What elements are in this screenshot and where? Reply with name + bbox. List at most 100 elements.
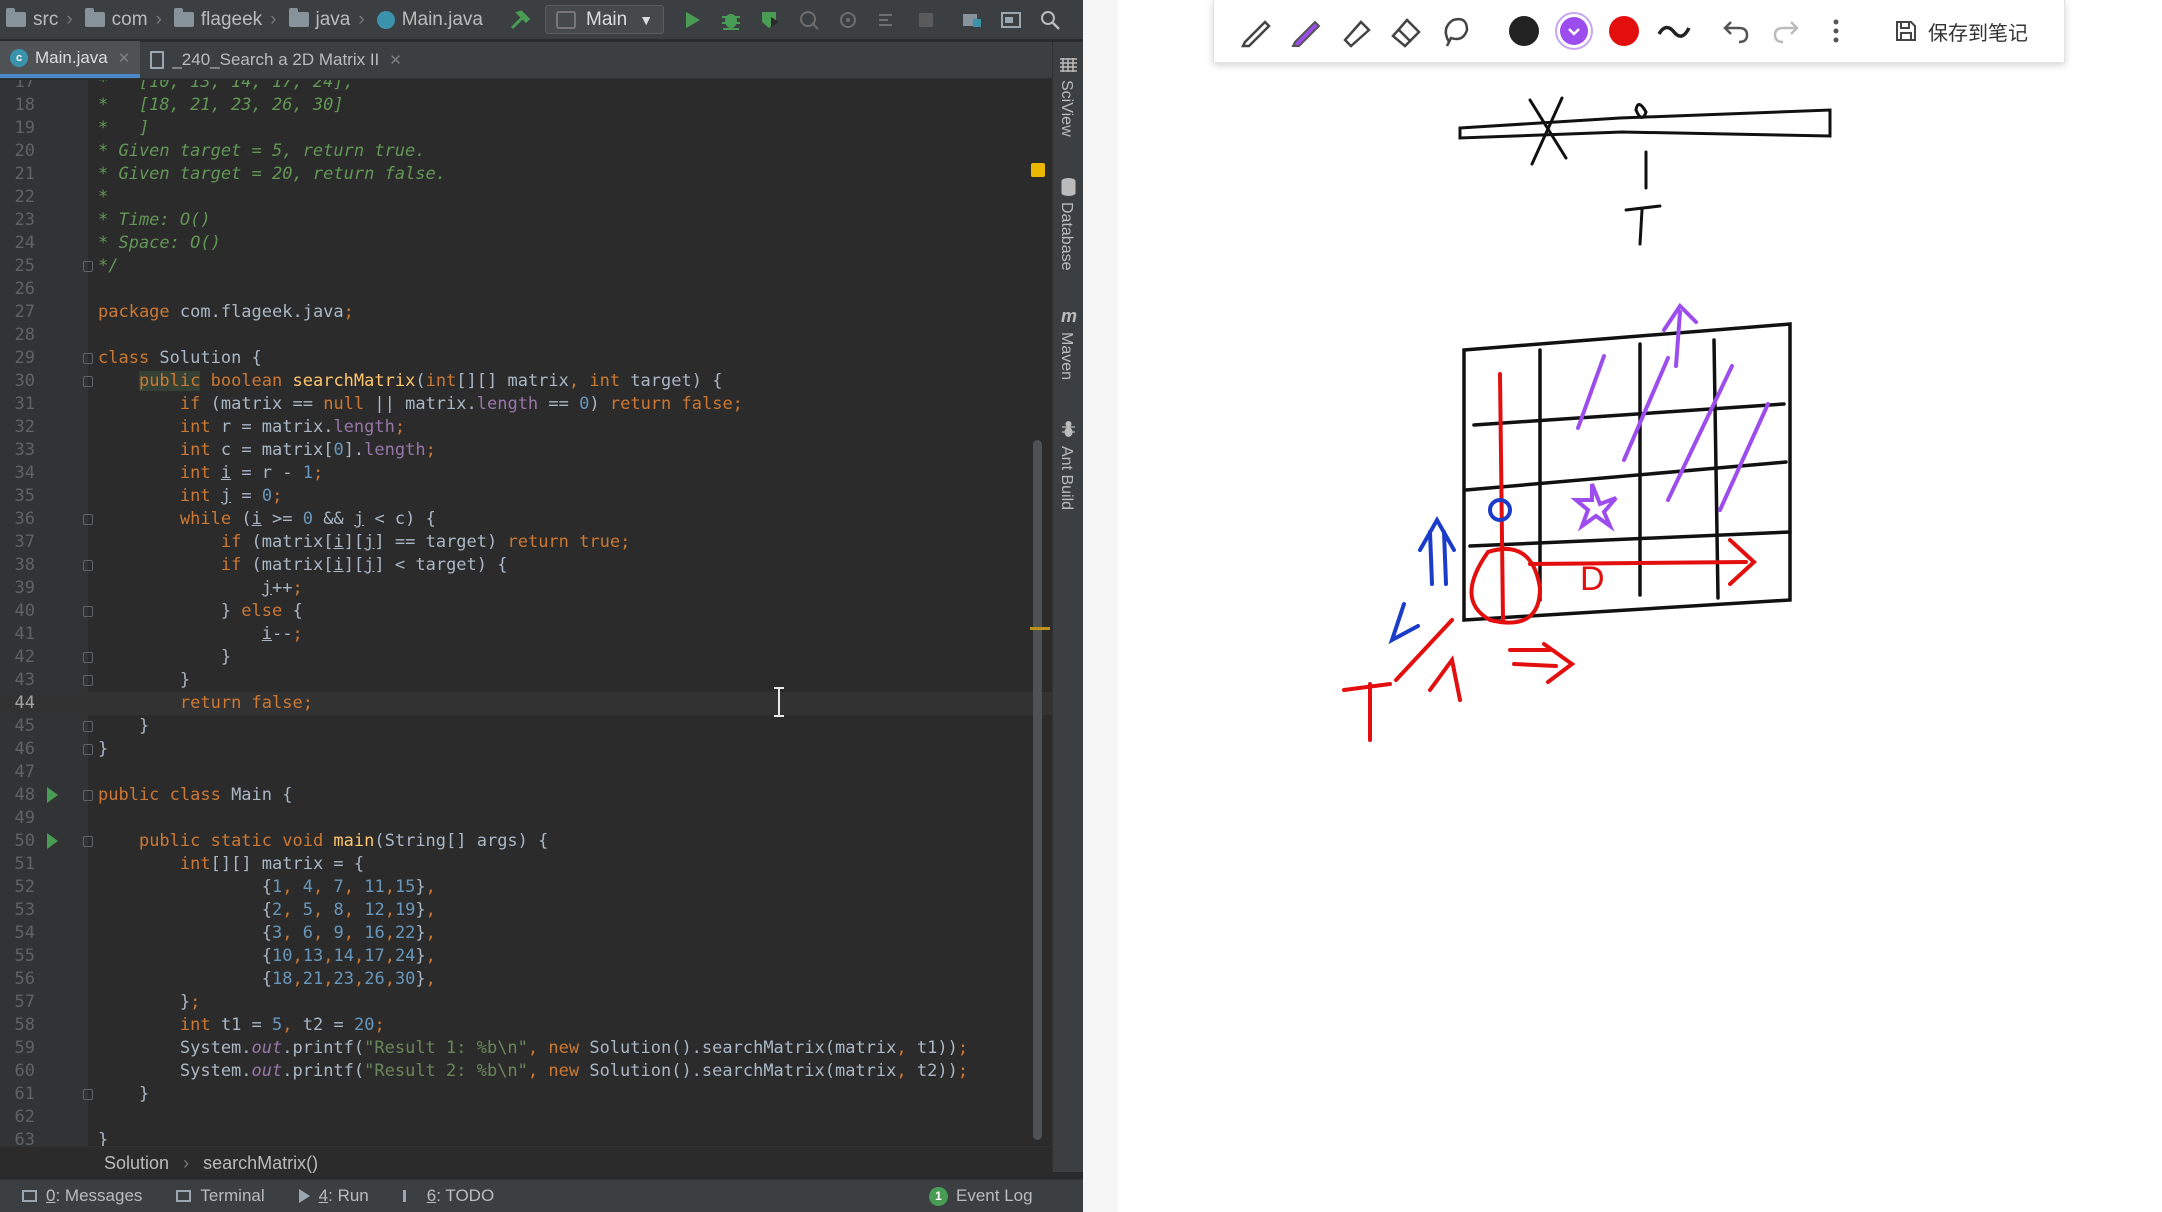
event-log-button[interactable]: 1 Event Log [929,1186,1033,1206]
code-line: 48 public class Main { [14,785,293,805]
drawing-d-label: D [1580,560,1605,598]
marker-tool[interactable] [1286,11,1326,51]
database-tool-button[interactable]: Database [1057,202,1075,271]
fold-marker[interactable] [83,836,93,847]
java-class-icon [376,10,395,29]
run-icon[interactable] [681,9,703,31]
code-line: 19 * ] [14,118,150,138]
stroke-width-button[interactable] [1654,11,1694,51]
code-line: 24 * Space: O() [14,233,221,253]
run-gutter-icon[interactable] [47,787,58,803]
ant-build-tool-button[interactable]: Ant Build [1057,446,1075,510]
code-line: 45 } [14,716,150,736]
color-red-swatch[interactable] [1604,11,1644,51]
close-icon[interactable]: ✕ [118,49,131,67]
fold-marker[interactable] [83,560,93,571]
breadcrumb-class[interactable]: Solution [104,1153,169,1174]
fold-marker[interactable] [83,376,93,387]
color-black-swatch[interactable] [1504,11,1544,51]
messages-button[interactable]: 0: Messages [22,1186,142,1206]
code-line: 33 int c = matrix[0].length; [14,440,436,460]
messages-icon [22,1190,37,1202]
sciview-tool-button[interactable]: SciView [1057,80,1075,137]
code-line: 60 System.out.printf("Result 2: %b\n", n… [14,1061,969,1081]
close-icon[interactable]: ✕ [389,51,402,69]
editor-tabs: c Main.java ✕ _240_Search a 2D Matrix II ✕ [0,41,1052,79]
code-line: 57 }; [14,992,201,1012]
run-tool-button[interactable]: 4: Run [298,1186,369,1206]
highlighter-tool[interactable] [1336,11,1376,51]
eraser-tool[interactable] [1386,11,1426,51]
breadcrumb-separator: › [358,8,365,30]
status-bar: 0: Messages Terminal 4: Run 6: TODO 1 Eve… [0,1179,1083,1212]
build-hammer-icon[interactable] [509,9,531,31]
red-color-icon [1609,16,1639,46]
fold-marker[interactable] [83,514,93,525]
fold-marker[interactable] [83,353,93,364]
code-line: 20 * Given target = 5, return true. [14,141,426,161]
editor-scrollbar[interactable] [1033,440,1042,1140]
code-line: 54 {3, 6, 9, 16,22}, [14,923,436,943]
todo-button[interactable]: 6: TODO [402,1186,494,1206]
code-line: 34 int i = r - 1; [14,463,324,483]
run-config-dropdown[interactable]: Main ▼ [545,5,665,34]
run-gutter-icon[interactable] [47,833,58,849]
folder-icon [6,8,26,27]
ant-icon [1062,421,1075,437]
breadcrumb-src[interactable]: src [0,8,58,31]
ide-window: src › com › flageek › java › Main.java M… [0,0,1083,1212]
color-purple-swatch[interactable] [1554,11,1594,51]
debug-icon[interactable] [720,9,742,31]
code-line: 58 int t1 = 5, t2 = 20; [14,1015,385,1035]
breadcrumb-flageek[interactable]: flageek [168,8,262,31]
java-class-icon: c [10,48,28,67]
terminal-button[interactable]: Terminal [176,1186,265,1206]
breadcrumb-java[interactable]: java [283,8,351,31]
fold-marker[interactable] [83,606,93,617]
fold-marker[interactable] [83,721,93,732]
code-line-current: 44 return false; [0,692,1052,715]
project-structure-icon[interactable] [961,9,983,31]
warning-icon[interactable] [1031,163,1045,177]
presentation-mode-icon[interactable] [1000,9,1022,31]
database-icon [1061,178,1076,196]
fold-marker[interactable] [83,261,93,272]
fold-marker[interactable] [83,790,93,801]
code-line: 61 } [14,1084,150,1104]
breadcrumb-com[interactable]: com [79,8,148,31]
more-options-button[interactable] [1816,11,1856,51]
stop-icon[interactable] [915,9,937,31]
step-over-icon[interactable] [876,9,898,31]
text-file-icon [150,50,165,69]
lasso-tool[interactable] [1436,11,1476,51]
tab-main-java[interactable]: c Main.java ✕ [0,41,141,78]
code-line: 42 } [14,647,232,667]
undo-button[interactable] [1716,11,1756,51]
warning-stripe[interactable] [1030,627,1050,630]
coverage-icon[interactable] [759,9,781,31]
code-editor[interactable]: 17 * [10, 13, 14, 17, 24], 18 * [18, 21, 2… [0,80,1052,1146]
tab-label: _240_Search a 2D Matrix II [172,49,380,69]
fold-marker[interactable] [83,675,93,686]
fold-marker[interactable] [83,652,93,663]
breadcrumb-label: java [315,8,351,30]
top-line-sketch [1458,96,1832,246]
save-to-note-button[interactable]: 保存到笔记 [1894,17,2028,46]
code-line: 27 package com.flageek.java; [14,302,354,322]
profile-icon[interactable] [798,9,820,31]
code-line: 47 [14,762,35,782]
fold-marker[interactable] [83,744,93,755]
code-line: 40 } else { [14,601,303,621]
breadcrumb-method[interactable]: searchMatrix() [203,1153,318,1174]
code-line: 63} [14,1130,109,1146]
fold-marker[interactable] [83,1089,93,1100]
tab-search-2d-matrix[interactable]: _240_Search a 2D Matrix II ✕ [140,41,412,78]
redo-button[interactable] [1766,11,1806,51]
pen-toolbar: 保存到笔记 [1213,0,2065,63]
maven-tool-button[interactable]: Maven [1057,332,1075,380]
breadcrumb-main-java[interactable]: Main.java [371,9,483,31]
search-icon[interactable] [1039,9,1061,31]
top-toolbar: src › com › flageek › java › Main.java M… [0,0,1083,39]
attach-debugger-icon[interactable] [837,9,859,31]
pencil-tool[interactable] [1236,11,1276,51]
